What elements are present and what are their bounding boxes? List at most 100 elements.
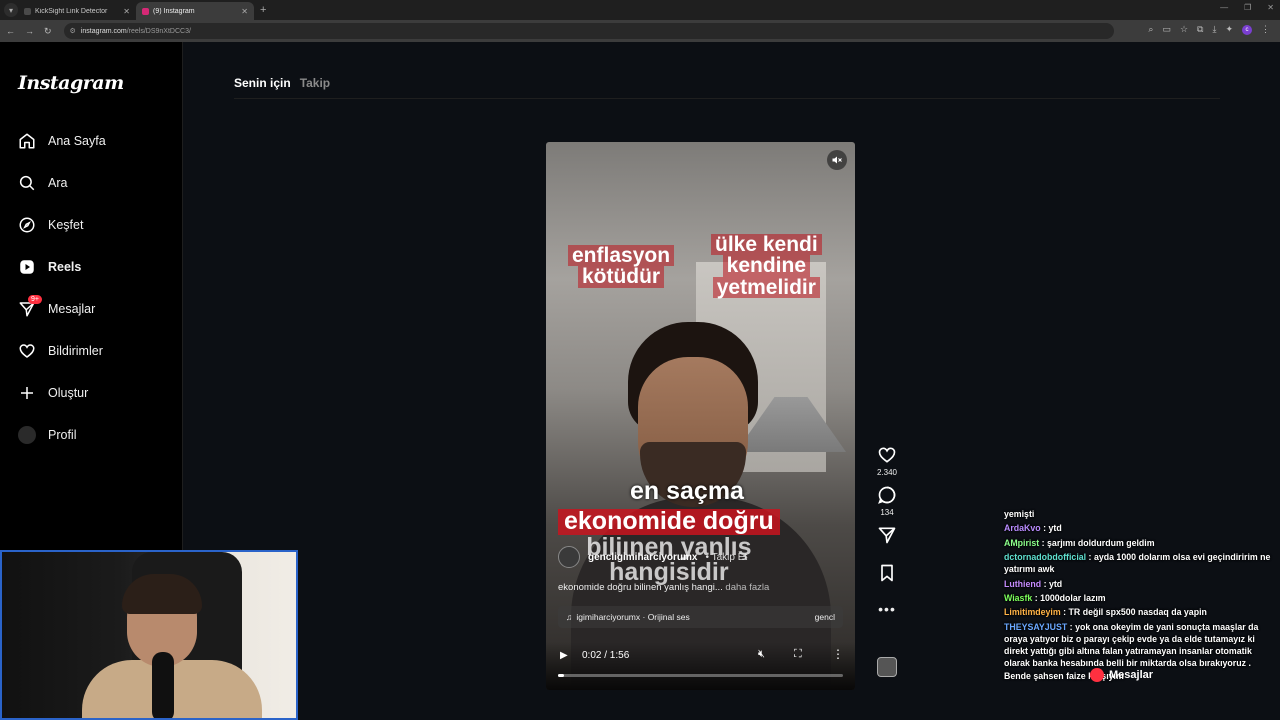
music-note-icon: ♫ — [566, 612, 573, 622]
sidebar-item-notifications[interactable]: Bildirimler — [18, 342, 103, 360]
video-caption-left: enflasyon kötüdür — [568, 245, 675, 288]
stream-chat: yemişti ArdaKvo : ytd AMpirist : şarjımı d… — [1004, 508, 1276, 684]
close-tab-icon[interactable]: ✕ — [123, 7, 130, 16]
back-icon[interactable]: ← — [6, 26, 15, 37]
play-icon[interactable]: ▶ — [560, 650, 568, 661]
feed-tabs: Senin için Takip — [234, 76, 330, 90]
chat-username[interactable]: THEYSAYJUST — [1004, 622, 1067, 632]
sidebar-item-label: Ara — [48, 176, 68, 190]
favicon-icon — [24, 7, 31, 15]
like-heart-icon[interactable] — [877, 445, 897, 465]
profile-avatar — [18, 426, 36, 444]
reel-video[interactable]: enflasyon kötüdür ülke kendi kendine yet… — [546, 142, 855, 690]
description-text: ekonomide doğru bilinen yanlış hangi... — [558, 582, 723, 593]
menu-icon[interactable]: ⋮ — [1261, 24, 1270, 35]
caption-line: yetmelidir — [712, 276, 820, 298]
close-tab-icon[interactable]: ✕ — [241, 7, 248, 16]
download-icon[interactable]: ⤓ — [1212, 24, 1216, 35]
video-time: 0:02 / 1:56 — [582, 650, 630, 661]
heart-icon — [19, 344, 35, 358]
sidebar-item-messages[interactable]: 9+ Mesajlar — [18, 295, 96, 318]
comment-count: 134 — [880, 508, 894, 517]
reel-description: ekonomide doğru bilinen yanlış hangi... … — [558, 582, 769, 593]
mute-toggle-button[interactable] — [827, 150, 847, 170]
floating-messages-label: Mesajlar — [1109, 669, 1154, 681]
like-count: 2.340 — [876, 468, 898, 477]
share-icon[interactable] — [877, 525, 897, 545]
profile-avatar-icon[interactable]: c — [1242, 24, 1252, 35]
sidebar-item-label: Reels — [48, 260, 82, 274]
more-options-icon[interactable]: ⋮ — [832, 647, 844, 661]
tab-instagram[interactable]: (9) Instagram ✕ — [136, 2, 254, 20]
video-caption-right: ülke kendi kendine yetmelidir — [711, 234, 822, 298]
muted-speaker-icon — [832, 156, 842, 164]
address-bar[interactable]: ⚙ instagram.com /reels/DS9nXtDCC3/ — [63, 23, 1114, 39]
volume-muted-icon[interactable]: 🔇︎ — [758, 648, 765, 661]
sidebar-item-profile[interactable]: Profil — [18, 426, 76, 444]
more-icon[interactable]: ••• — [878, 601, 896, 617]
minimize-icon[interactable]: — — [1220, 3, 1228, 12]
chat-username[interactable]: Luthiend — [1004, 579, 1041, 589]
sidebar-item-create[interactable]: Oluştur — [18, 384, 88, 402]
video-controls: ▶ 0:02 / 1:56 🔇︎ ⛶ ⋮ — [546, 642, 855, 690]
comment-icon[interactable] — [877, 485, 897, 505]
chat-text: TR değil spx500 nasdaq da yapin — [1068, 607, 1207, 618]
reels-icon — [20, 260, 34, 274]
extensions-icon[interactable]: ⧉ — [1197, 24, 1203, 35]
chat-text: 1000dolar lazım — [1040, 592, 1106, 603]
compass-icon — [19, 217, 35, 233]
browser-tab-bar: ▾ KickSight Link Detector ✕ (9) Instagra… — [0, 0, 1280, 20]
caption-line: kendine — [722, 255, 811, 277]
tab-following[interactable]: Takip — [300, 76, 330, 90]
chat-username[interactable]: Limitimdeyim — [1004, 607, 1061, 617]
follow-button[interactable]: • Takip Et — [705, 552, 747, 563]
instagram-logo[interactable]: Instagram — [18, 72, 124, 94]
reload-icon[interactable]: ↻ — [44, 26, 52, 37]
url-host: instagram.com — [80, 27, 127, 35]
chat-message: ArdaKvo : ytd — [1004, 523, 1062, 534]
fullscreen-icon[interactable]: ⛶ — [794, 648, 802, 661]
divider — [234, 98, 1220, 99]
close-window-icon[interactable]: ✕ — [1267, 3, 1274, 12]
chat-username[interactable]: AMpirist — [1004, 538, 1039, 548]
reel-audio[interactable]: ♫ igimiharciyorumx · Orijinal ses gencl — [558, 606, 843, 628]
site-info-icon[interactable]: ⚙ — [70, 27, 76, 35]
floating-messages-button[interactable]: Mesajlar — [1090, 668, 1153, 682]
new-tab-icon[interactable]: + — [260, 4, 266, 16]
extension-puzzle-icon[interactable]: ✦ — [1225, 24, 1233, 35]
restore-icon[interactable]: ❐ — [1244, 3, 1251, 12]
messages-badge-icon — [1090, 668, 1104, 682]
sidebar-item-home[interactable]: Ana Sayfa — [18, 132, 106, 150]
tab-label: KickSight Link Detector — [35, 7, 108, 15]
save-bookmark-icon[interactable] — [877, 563, 897, 583]
author-username[interactable]: gencligimiharciyorumx — [588, 552, 697, 563]
sidebar-item-label: Oluştur — [48, 386, 89, 400]
sidebar-item-explore[interactable]: Keşfet — [18, 216, 83, 234]
sidebar-item-label: Ana Sayfa — [48, 134, 106, 148]
audio-label: igimiharciyorumx · Orijinal ses — [576, 612, 690, 622]
chat-message: Limitimdeyim : TR değil spx500 nasdaq da… — [1004, 607, 1207, 618]
notification-badge: 9+ — [28, 295, 42, 304]
tab-for-you[interactable]: Senin için — [234, 76, 291, 90]
sidebar-item-search[interactable]: Ara — [18, 174, 67, 192]
author-avatar[interactable] — [558, 546, 580, 568]
audio-thumbnail[interactable] — [877, 657, 897, 677]
browser-toolbar: ← → ↻ ⚙ instagram.com /reels/DS9nXtDCC3/… — [0, 20, 1280, 42]
chat-username[interactable]: dctornadobdofficial — [1004, 552, 1086, 562]
webcam-microphone — [152, 652, 174, 718]
tab-search-icon[interactable]: ▾ — [4, 3, 18, 17]
cast-icon[interactable]: ▭ — [1162, 24, 1171, 35]
tab-label: (9) Instagram — [153, 7, 195, 15]
more-link[interactable]: daha fazla — [725, 582, 769, 593]
zoom-icon[interactable]: ⌕ — [1148, 24, 1153, 35]
webcam-overlay — [0, 550, 298, 720]
sidebar-item-label: Mesajlar — [48, 302, 96, 316]
bookmark-star-icon[interactable]: ☆ — [1180, 24, 1188, 35]
chat-username[interactable]: ArdaKvo — [1004, 523, 1041, 533]
reel-author: gencligimiharciyorumx • Takip Et — [558, 546, 747, 568]
chat-username[interactable]: Wiasfk — [1004, 593, 1032, 603]
tab-kicksight[interactable]: KickSight Link Detector ✕ — [18, 2, 136, 20]
sidebar-item-reels[interactable]: Reels — [18, 258, 81, 276]
video-progress-bar[interactable] — [558, 674, 843, 677]
forward-icon[interactable]: → — [25, 26, 34, 37]
